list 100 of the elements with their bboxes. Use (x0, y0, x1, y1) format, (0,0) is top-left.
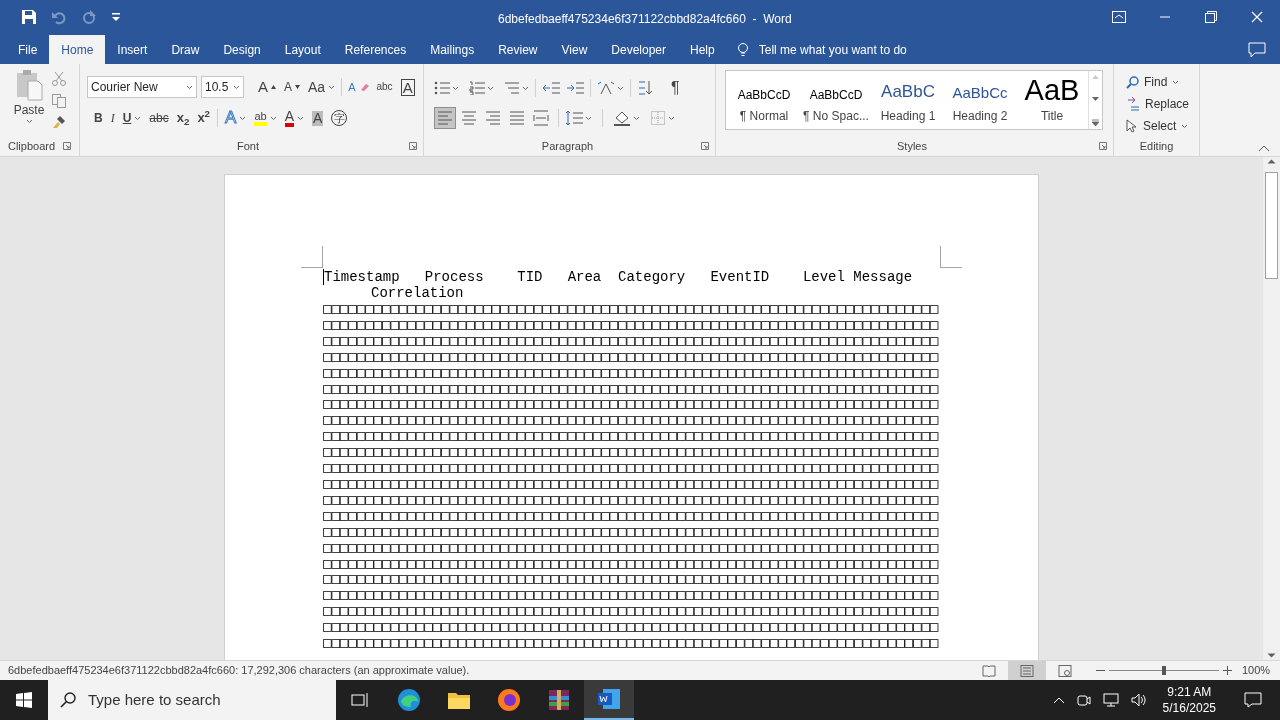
ribbon-tab[interactable]: Help (678, 35, 727, 64)
show-marks-button[interactable]: ¶ (665, 76, 686, 100)
find-button[interactable]: Find (1126, 71, 1199, 94)
windows-start-icon[interactable] (16, 692, 32, 708)
ribbon-display-icon[interactable] (1112, 10, 1126, 23)
style-item[interactable]: AaBbCcD ¶ Normal (728, 71, 800, 129)
dialog-launcher-icon[interactable] (701, 141, 709, 150)
caret-icon[interactable] (452, 85, 459, 91)
ribbon-tab[interactable]: Design (211, 35, 273, 64)
clear-button[interactable]: A (344, 76, 373, 98)
select-button[interactable]: Select (1126, 115, 1199, 138)
dialog-launcher-icon[interactable] (63, 141, 72, 150)
caret-icon[interactable] (585, 115, 592, 121)
scroll-down-icon[interactable] (1092, 96, 1099, 102)
scrollbar-thumb[interactable] (1265, 172, 1278, 279)
paste-button[interactable]: Paste (12, 69, 46, 138)
chevron-up-icon[interactable] (1052, 696, 1065, 704)
print-layout-icon[interactable] (1020, 664, 1034, 677)
ribbon-tab[interactable]: References (332, 35, 419, 64)
caret-icon[interactable] (1172, 79, 1180, 85)
clock-date[interactable]: 5/16/2025 (1162, 700, 1216, 716)
word-taskbar-button[interactable] (584, 680, 634, 720)
notifications-icon[interactable] (1244, 692, 1262, 708)
caret-icon[interactable] (668, 115, 675, 121)
strike-button[interactable]: abc (145, 107, 173, 129)
more-styles-icon[interactable] (1092, 119, 1099, 126)
task-view-icon[interactable] (351, 692, 369, 708)
dialog-launcher-icon[interactable] (1099, 141, 1107, 150)
style-item[interactable]: AaB Title (1016, 71, 1088, 129)
tell-me-field[interactable]: Tell me what you want to do (758, 40, 959, 59)
caret-icon[interactable] (633, 115, 640, 121)
bullets-icon[interactable] (434, 81, 450, 95)
ribbon-tab[interactable]: Mailings (418, 35, 487, 64)
clock-time[interactable]: 9:21 AM (1167, 684, 1212, 700)
web-layout-icon[interactable] (1058, 664, 1072, 677)
phonetic-button[interactable]: abc (372, 76, 397, 98)
redo-icon[interactable] (81, 8, 97, 25)
ribbon-tab[interactable]: Review (486, 35, 550, 64)
restore-icon[interactable] (1205, 10, 1217, 23)
ribbon-tab[interactable]: View (549, 35, 600, 64)
caret-icon[interactable] (522, 85, 529, 91)
caret-icon[interactable] (233, 84, 240, 90)
case-button[interactable]: Aa (304, 76, 340, 98)
caret-icon[interactable] (186, 84, 193, 90)
bold-button[interactable]: B (90, 107, 107, 129)
zoom-in-icon[interactable] (1223, 666, 1232, 675)
caret-icon[interactable] (297, 115, 304, 121)
highlight-button[interactable]: ab (250, 107, 281, 129)
caret-icon[interactable] (25, 119, 33, 124)
ribbon-tab[interactable]: File (6, 35, 50, 64)
folder-icon[interactable] (447, 690, 471, 710)
increase-indent-icon[interactable] (566, 81, 584, 95)
font-size-field[interactable]: 10.5 (201, 76, 244, 98)
volume-icon[interactable] (1130, 693, 1147, 707)
caret-icon[interactable] (487, 85, 494, 91)
shrink-button[interactable]: A (280, 76, 305, 98)
dialog-launcher-icon[interactable] (409, 141, 417, 150)
ribbon-tab[interactable]: Draw (159, 35, 212, 64)
decrease-indent-icon[interactable] (542, 81, 560, 95)
caret-icon[interactable] (239, 115, 247, 121)
save-icon[interactable] (21, 8, 37, 25)
italic-button[interactable]: I (106, 107, 119, 129)
read-mode-icon[interactable] (982, 664, 996, 677)
sup-button[interactable]: x$^{2}$ (193, 107, 215, 129)
color-button[interactable]: A (280, 107, 308, 129)
numbering-icon[interactable] (469, 81, 485, 95)
vertical-scrollbar[interactable] (1263, 157, 1280, 660)
caret-icon[interactable] (269, 115, 277, 121)
zoom-level[interactable]: 100% (1232, 662, 1280, 679)
multilevel-list-icon[interactable] (504, 81, 520, 95)
line-spacing-icon[interactable] (565, 110, 583, 126)
caret-icon[interactable] (617, 85, 624, 91)
zoom-slider[interactable] (1109, 666, 1219, 675)
edge-browser-icon[interactable] (397, 688, 421, 712)
underline-button[interactable]: U (118, 107, 146, 129)
replace-button[interactable]: Replace (1126, 93, 1199, 116)
style-item[interactable]: AaBbC Heading 1 (872, 71, 944, 129)
network-icon[interactable] (1102, 693, 1119, 707)
firefox-browser-icon[interactable] (497, 688, 521, 712)
ribbon-tab[interactable]: Home (49, 35, 106, 64)
enclose-button[interactable]: 字 (327, 107, 352, 129)
sub-button[interactable]: x$_{2}$ (172, 107, 194, 129)
close-icon[interactable] (1251, 10, 1263, 23)
copy-icon[interactable] (52, 94, 66, 108)
font-name-field[interactable]: Courier New (87, 76, 197, 98)
style-item[interactable]: AaBbCc Heading 2 (944, 71, 1016, 129)
caret-icon[interactable] (328, 84, 336, 90)
sort-icon[interactable] (637, 80, 653, 96)
customize-icon[interactable] (111, 11, 121, 22)
grow-button[interactable]: A (254, 76, 280, 98)
ribbon-tab[interactable]: Layout (272, 35, 333, 64)
search-field[interactable]: Type here to search (88, 688, 308, 712)
ribbon-tab[interactable]: Developer (599, 35, 679, 64)
style-item[interactable]: AaBbCcD ¶ No Spac... (800, 71, 872, 129)
clipboard-icon[interactable] (15, 69, 43, 101)
caret-icon[interactable] (1181, 123, 1189, 129)
paint-bucket-icon[interactable] (613, 110, 631, 126)
ribbon-tab[interactable]: Insert (105, 35, 160, 64)
archive-app-icon[interactable] (547, 688, 571, 712)
taskbar-search-box[interactable]: Type here to search (48, 680, 336, 720)
